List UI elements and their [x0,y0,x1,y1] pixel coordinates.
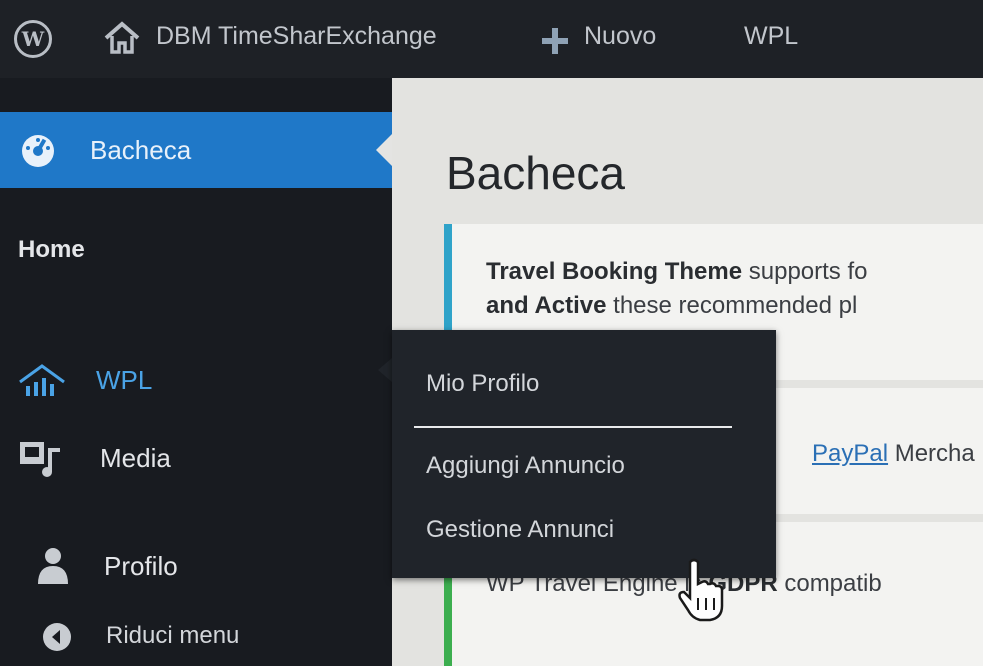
submenu-item-gestione-annunci[interactable]: Gestione Annunci [426,516,614,544]
sidebar-item-wpl[interactable]: WPL [0,350,392,410]
new-content-link[interactable]: Nuovo [584,22,656,51]
admin-bar: W DBM TimeSharExchange Nuovo WPL [0,0,983,78]
page-title: Bacheca [446,147,626,199]
notice-bold-text: and Active [486,292,607,319]
sidebar-subitem-home[interactable]: Home [18,236,85,264]
wpl-submenu-flyout: Mio Profilo Aggiungi Annuncio Gestione A… [392,330,776,578]
sidebar-item-label: Profilo [104,550,178,581]
sidebar-item-label: Bacheca [90,134,192,165]
home-icon[interactable] [102,18,142,58]
notice-text-rest: these recommended pl [606,292,858,319]
collapse-icon [43,623,71,651]
sidebar-item-bacheca[interactable]: Bacheca [0,112,392,188]
notice-text-rest: supports fo [742,258,868,285]
media-icon [20,442,60,477]
paypal-link[interactable]: PayPal [812,440,888,467]
dashboard-icon [22,135,54,167]
notice-text-rest: Mercha [888,440,975,467]
active-menu-pointer [376,134,392,166]
sidebar-item-label: Media [100,442,171,473]
notice-bold-text: Travel Booking Theme [486,258,743,285]
plus-icon[interactable] [542,28,568,54]
site-name-link[interactable]: DBM TimeSharExchange [156,22,437,51]
wordpress-logo-icon[interactable]: W [14,20,52,58]
flyout-pointer [378,358,392,382]
sidebar-item-profilo[interactable]: Profilo [0,536,392,596]
sidebar-item-riduci-menu[interactable]: Riduci menu [0,606,392,666]
notice-text-line2: and Active these recommended pl [486,292,857,320]
notice-text: PayPal Mercha [812,440,975,468]
admin-sidebar: Bacheca Home WPL Media Profilo Riduci me… [0,78,392,666]
notice-text: Travel Booking Theme supports fo [486,258,867,286]
hand-pointer-cursor-icon [678,558,724,622]
submenu-item-aggiungi-annuncio[interactable]: Aggiungi Annuncio [426,452,625,480]
sidebar-item-label: Riduci menu [106,622,240,649]
wpl-adminbar-link[interactable]: WPL [744,22,798,51]
sidebar-item-label: WPL [96,364,153,395]
wpl-house-icon [19,364,65,396]
notice-text-rest: compatib [777,570,882,597]
user-icon [38,548,68,584]
submenu-item-mio-profilo[interactable]: Mio Profilo [426,370,539,398]
submenu-divider [414,426,732,428]
sidebar-item-media[interactable]: Media [0,428,392,488]
